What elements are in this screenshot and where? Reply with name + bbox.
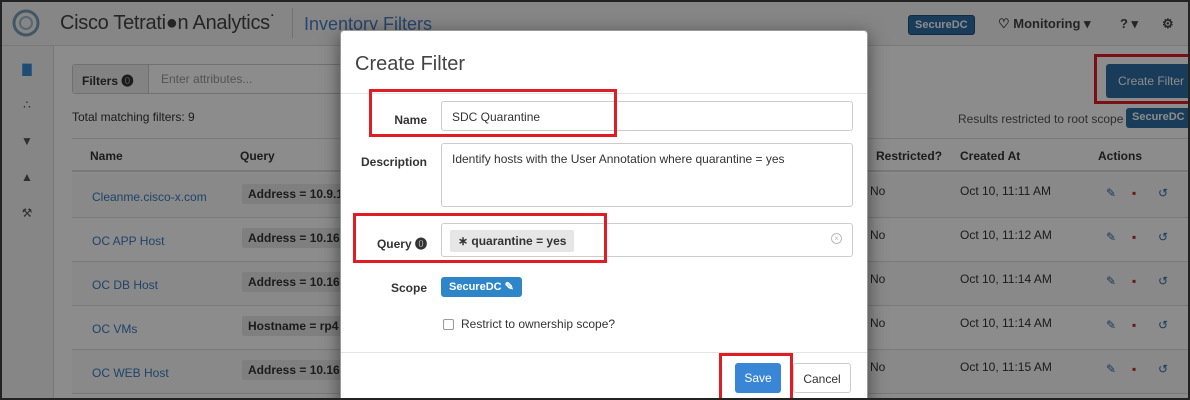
restrict-label: Restrict to ownership scope? — [461, 317, 616, 331]
scope-label: Scope — [390, 281, 427, 295]
name-highlight — [369, 89, 617, 137]
clear-icon[interactable]: × — [831, 233, 842, 244]
modal-title: Create Filter — [355, 53, 466, 75]
create-filter-modal: Create Filter Name SDC Quarantine Descri… — [340, 30, 868, 398]
description-textarea[interactable]: Identify hosts with the User Annotation … — [441, 143, 853, 207]
cancel-button[interactable]: Cancel — [793, 363, 851, 393]
scope-selector[interactable]: SecureDC ✎ — [441, 277, 522, 297]
description-label: Description — [360, 155, 427, 169]
restrict-checkbox[interactable] — [443, 319, 454, 330]
app-window: Cisco Tetrati●n Analytics˙ Inventory Fil… — [0, 0, 1190, 400]
save-highlight — [719, 353, 793, 398]
query-highlight — [353, 213, 607, 263]
